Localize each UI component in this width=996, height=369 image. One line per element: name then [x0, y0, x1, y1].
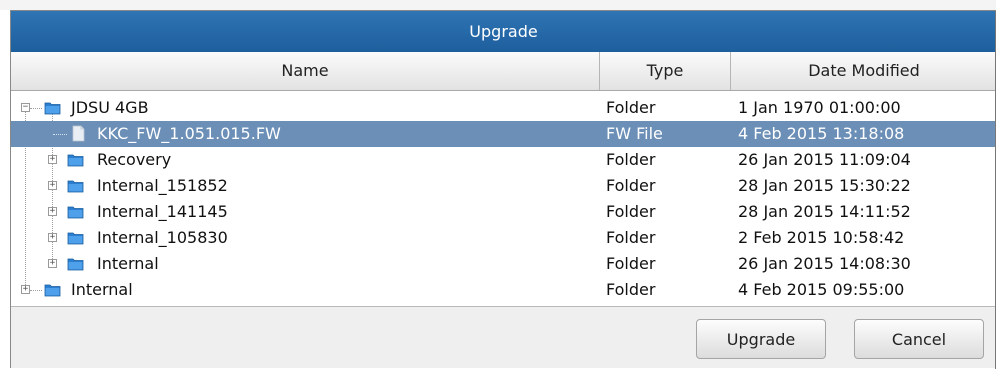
file-type: Folder	[606, 98, 656, 117]
upgrade-button[interactable]: Upgrade	[696, 319, 826, 359]
list-item[interactable]: + Internal_105830 Folder 2 Feb 2015 10:5…	[11, 225, 996, 251]
list-item[interactable]: + Internal Folder 4 Feb 2015 09:55:00	[11, 277, 996, 303]
expand-icon[interactable]: +	[48, 155, 57, 164]
column-header-type[interactable]: Type	[600, 52, 731, 90]
expand-icon[interactable]: +	[48, 207, 57, 216]
date-modified: 28 Jan 2015 14:11:52	[738, 202, 911, 221]
file-name: Internal_151852	[97, 176, 228, 195]
folder-icon	[44, 284, 61, 297]
list-item[interactable]: − JDSU 4GB Folder 1 Jan 1970 01:00:00	[11, 95, 996, 121]
upgrade-dialog: Upgrade Name Type Date Modified − JDSU 4…	[10, 10, 996, 369]
folder-icon	[67, 232, 84, 245]
folder-icon	[67, 154, 84, 167]
column-header-date-modified[interactable]: Date Modified	[731, 52, 996, 90]
date-modified: 1 Jan 1970 01:00:00	[738, 98, 901, 117]
expand-icon[interactable]: +	[48, 259, 57, 268]
list-item[interactable]: + Recovery Folder 26 Jan 2015 11:09:04	[11, 147, 996, 173]
file-browser: Name Type Date Modified − JDSU 4GB Folde…	[11, 52, 996, 307]
folder-icon	[44, 102, 61, 115]
expand-icon[interactable]: +	[48, 181, 57, 190]
column-header-name[interactable]: Name	[11, 52, 600, 90]
date-modified: 26 Jan 2015 14:08:30	[738, 254, 911, 273]
file-type: Folder	[606, 254, 656, 273]
tree-line	[30, 108, 42, 109]
file-type: Folder	[606, 150, 656, 169]
list-item[interactable]: + Internal_151852 Folder 28 Jan 2015 15:…	[11, 173, 996, 199]
file-icon	[72, 125, 85, 142]
date-modified: 2 Feb 2015 10:58:42	[738, 228, 905, 247]
folder-icon	[67, 258, 84, 271]
folder-icon	[67, 206, 84, 219]
file-type: FW File	[606, 124, 663, 143]
cancel-button[interactable]: Cancel	[854, 319, 984, 359]
file-name: Internal_141145	[97, 202, 228, 221]
date-modified: 4 Feb 2015 13:18:08	[738, 124, 905, 143]
tree-line	[53, 134, 67, 135]
list-item[interactable]: + Internal_141145 Folder 28 Jan 2015 14:…	[11, 199, 996, 225]
dialog-title: Upgrade	[11, 11, 996, 52]
list-item-selected[interactable]: KKC_FW_1.051.015.FW FW File 4 Feb 2015 1…	[11, 121, 996, 147]
file-type: Folder	[606, 202, 656, 221]
file-type: Folder	[606, 280, 656, 299]
file-name: Internal	[71, 280, 133, 299]
tree-line	[30, 290, 42, 291]
file-name: Internal_105830	[97, 228, 228, 247]
file-type: Folder	[606, 228, 656, 247]
expand-icon[interactable]: +	[48, 233, 57, 242]
list-item[interactable]: + Internal Folder 26 Jan 2015 14:08:30	[11, 251, 996, 277]
file-type: Folder	[606, 176, 656, 195]
date-modified: 4 Feb 2015 09:55:00	[738, 280, 905, 299]
background-window-strip	[0, 0, 996, 10]
date-modified: 26 Jan 2015 11:09:04	[738, 150, 911, 169]
collapse-icon[interactable]: −	[21, 103, 30, 112]
file-name: JDSU 4GB	[71, 98, 149, 117]
file-name: KKC_FW_1.051.015.FW	[97, 124, 281, 143]
file-name: Internal	[97, 254, 159, 273]
date-modified: 28 Jan 2015 15:30:22	[738, 176, 911, 195]
column-header-bar: Name Type Date Modified	[11, 52, 996, 91]
folder-icon	[67, 180, 84, 193]
expand-icon[interactable]: +	[21, 285, 30, 294]
file-name: Recovery	[97, 150, 172, 169]
